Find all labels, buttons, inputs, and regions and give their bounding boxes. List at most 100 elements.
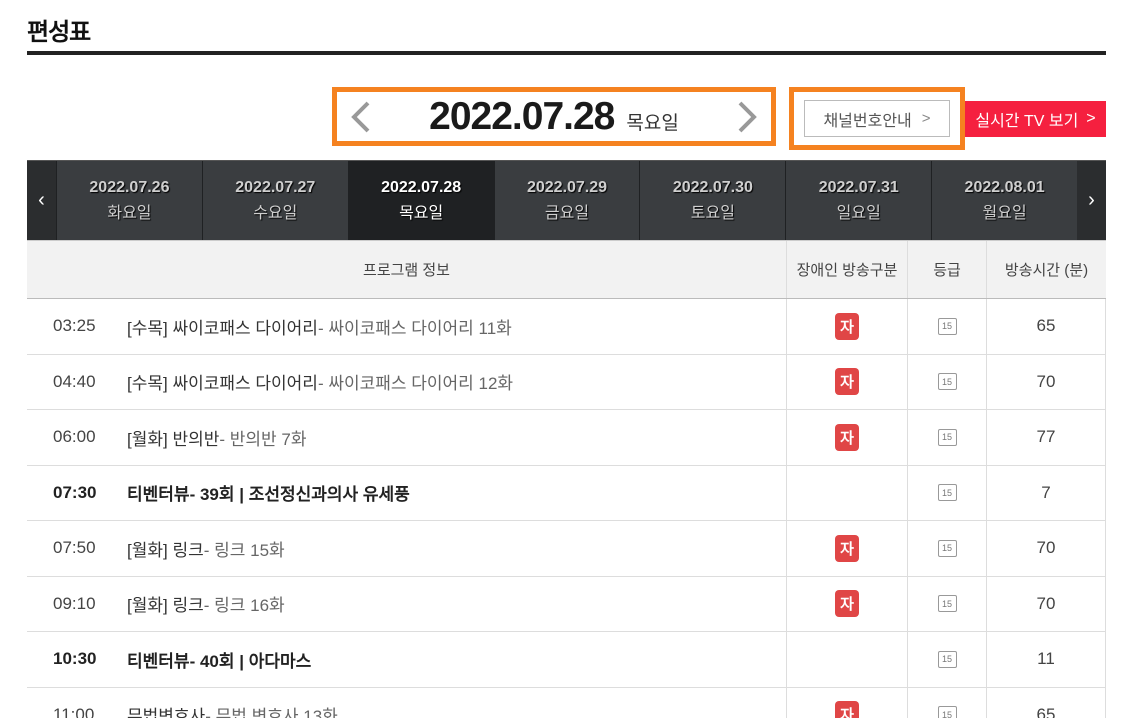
current-day: 목요일 [626,112,679,134]
day-tab[interactable]: 2022.07.31 일요일 [785,161,932,240]
program-name[interactable]: [수목] 싸이코패스 다이어리 [127,314,318,339]
chevron-right-icon: > [1086,110,1096,127]
chevron-left-icon: ‹ [38,189,45,211]
program-info: 03:25 [수목] 싸이코패스 다이어리 - 싸이코패스 다이어리 11화 [27,299,786,354]
air-time: 09:10 [53,593,96,613]
program-name[interactable]: 티벤터뷰 [127,647,190,672]
day-tab-active[interactable]: 2022.07.28 목요일 [347,161,494,240]
grade-cell: 15 [907,465,986,520]
disability-cell [786,465,907,520]
grade-cell: 15 [907,576,986,631]
grade-cell: 15 [907,354,986,409]
chevron-right-icon: › [1088,189,1095,211]
day-tab[interactable]: 2022.07.27 수요일 [201,161,348,240]
disability-cell: 자 [786,410,907,465]
chevron-right-icon [738,101,757,132]
day-strip-next-button[interactable]: › [1077,161,1107,240]
episode-info: - 무법 변호사 13화 [205,707,338,718]
subtitle-badge-icon: 자 [835,312,859,340]
program-name[interactable]: [월화] 반의반 [127,425,219,450]
day-tab-weekday: 수요일 [253,204,298,222]
duration-cell: 77 [986,410,1106,465]
day-tab[interactable]: 2022.07.29 금요일 [493,161,640,240]
age-15-rating-icon: 15 [937,650,957,668]
table-row[interactable]: 07:50 [월화] 링크 - 링크 15화 자 15 70 [27,521,1106,577]
subtitle-badge-icon: 자 [835,423,859,451]
age-15-rating-icon: 15 [937,317,957,335]
day-tab-weekday: 금요일 [544,204,590,222]
table-row[interactable]: 10:30 티벤터뷰 - 40회 | 아다마스 15 11 [27,632,1106,688]
age-15-rating-icon: 15 [937,428,957,446]
grade-cell: 15 [907,299,986,354]
table-row[interactable]: 11:00 무법변호사 - 무법 변호사 13화 자 15 65 [27,687,1106,718]
duration-cell: 70 [986,354,1106,409]
table-row[interactable]: 03:25 [수목] 싸이코패스 다이어리 - 싸이코패스 다이어리 11화 자 15… [27,299,1106,355]
prev-date-button[interactable] [337,92,385,141]
disability-cell: 자 [786,521,907,576]
title-divider [27,51,1106,55]
episode-info: - 싸이코패스 다이어리 11화 [317,318,512,338]
air-time: 10:30 [53,649,97,669]
chevron-left-icon [351,101,370,132]
program-name[interactable]: 무법변호사 [127,702,205,718]
episode-info: - 39회 | 조선정신과의사 유세풍 [189,485,410,505]
program-name[interactable]: 티벤터뷰 [127,480,190,505]
day-tab-date: 2022.07.27 [235,178,316,196]
duration-cell: 70 [986,576,1106,631]
header-duration: 방송시간 (분) [986,241,1106,298]
duration-cell: 11 [986,632,1106,687]
disability-cell: 자 [786,576,907,631]
day-tab-date: 2022.07.29 [526,178,608,196]
age-15-rating-icon: 15 [937,595,957,613]
disability-cell: 자 [786,299,907,354]
day-tab-date: 2022.07.31 [818,178,899,196]
channel-guide-button[interactable]: 채널번호안내 > [804,100,950,137]
program-info: 10:30 티벤터뷰 - 40회 | 아다마스 [27,632,786,687]
table-row[interactable]: 07:30 티벤터뷰 - 39회 | 조선정신과의사 유세풍 15 7 [27,465,1106,521]
program-info: 06:00 [월화] 반의반 - 반의반 7화 [27,410,786,465]
day-tab-weekday: 화요일 [107,204,152,222]
next-date-button[interactable] [723,92,771,141]
chevron-right-icon: > [921,110,931,127]
program-name[interactable]: [수목] 싸이코패스 다이어리 [127,369,318,394]
day-strip-prev-button[interactable]: ‹ [27,161,56,240]
day-tab-weekday: 목요일 [399,204,444,222]
subtitle-badge-icon: 자 [835,701,859,718]
program-info: 07:30 티벤터뷰 - 39회 | 조선정신과의사 유세풍 [27,466,786,521]
header-grade: 등급 [907,241,986,298]
date-navigator: 2022.07.28 목요일 [332,87,776,146]
program-name[interactable]: [월화] 링크 [127,536,204,561]
table-row[interactable]: 06:00 [월화] 반의반 - 반의반 7화 자 15 77 [27,410,1106,466]
day-tab-weekday: 일요일 [836,204,881,222]
air-time: 07:30 [53,482,97,502]
current-date: 2022.07.28 [429,94,615,138]
duration-cell: 65 [986,687,1106,718]
program-name[interactable]: [월화] 링크 [127,591,204,616]
day-tab-date: 2022.07.28 [381,178,462,196]
day-tab[interactable]: 2022.07.30 토요일 [639,161,786,240]
program-info: 11:00 무법변호사 - 무법 변호사 13화 [27,688,786,718]
disability-cell: 자 [786,687,907,718]
program-info: 09:10 [월화] 링크 - 링크 16화 [27,577,786,632]
grade-cell: 15 [907,632,986,687]
subtitle-badge-icon: 자 [835,590,859,618]
channel-guide-highlight: 채널번호안내 > [789,87,965,150]
subtitle-badge-icon: 자 [835,534,859,562]
day-tab-weekday: 토요일 [690,204,735,222]
episode-info: - 싸이코패스 다이어리 12화 [317,374,514,394]
episode-info: - 40회 | 아다마스 [189,651,312,671]
day-tab-date: 2022.08.01 [964,178,1045,196]
duration-cell: 65 [986,299,1106,354]
duration-cell: 7 [986,465,1106,520]
table-row[interactable]: 04:40 [수목] 싸이코패스 다이어리 - 싸이코패스 다이어리 12화 자 15… [27,354,1106,410]
episode-info: - 링크 15화 [203,540,285,560]
schedule-table: 프로그램 정보 장애인 방송구분 등급 방송시간 (분) 03:25 [수목] 싸… [27,240,1106,718]
air-time: 03:25 [53,316,96,336]
age-15-rating-icon: 15 [937,484,957,502]
table-row[interactable]: 09:10 [월화] 링크 - 링크 16화 자 15 70 [27,576,1106,632]
air-time: 07:50 [53,538,96,558]
live-tv-button[interactable]: 실시간 TV 보기 > [965,101,1106,137]
subtitle-badge-icon: 자 [835,368,859,396]
day-tab[interactable]: 2022.08.01 월요일 [931,161,1078,240]
day-tab[interactable]: 2022.07.26 화요일 [56,161,202,240]
